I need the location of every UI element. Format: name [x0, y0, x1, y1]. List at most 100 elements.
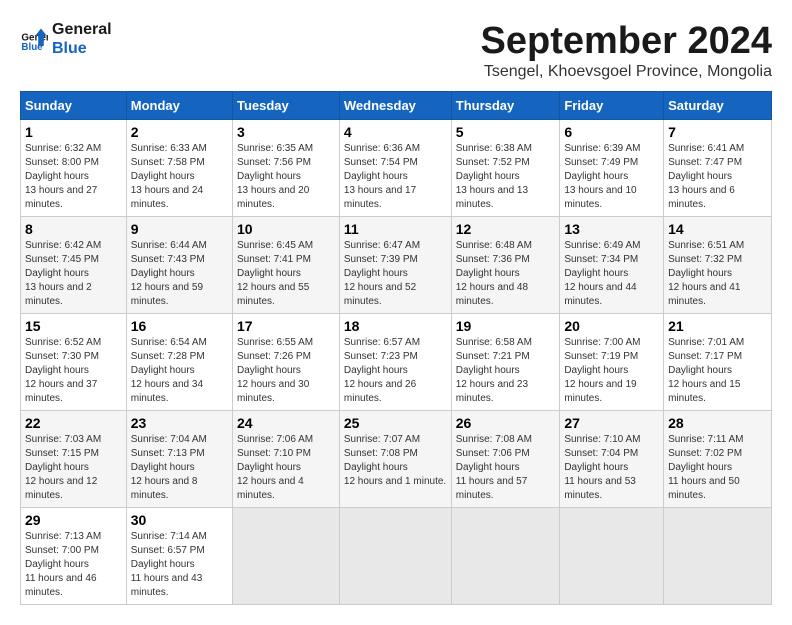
day-number: 28: [668, 415, 767, 431]
calendar-cell: 15 Sunrise: 6:52 AM Sunset: 7:30 PM Dayl…: [21, 314, 127, 411]
day-number: 9: [131, 221, 228, 237]
day-info: Sunrise: 6:58 AM Sunset: 7:21 PM Dayligh…: [456, 336, 556, 406]
col-header-tuesday: Tuesday: [232, 92, 339, 120]
col-header-thursday: Thursday: [451, 92, 560, 120]
day-info: Sunrise: 6:39 AM Sunset: 7:49 PM Dayligh…: [564, 142, 659, 212]
calendar-cell: 5 Sunrise: 6:38 AM Sunset: 7:52 PM Dayli…: [451, 120, 560, 217]
day-info: Sunrise: 7:07 AM Sunset: 7:08 PM Dayligh…: [344, 433, 447, 489]
calendar-cell: 11 Sunrise: 6:47 AM Sunset: 7:39 PM Dayl…: [339, 217, 451, 314]
calendar-week-row: 22 Sunrise: 7:03 AM Sunset: 7:15 PM Dayl…: [21, 411, 772, 508]
day-info: Sunrise: 6:49 AM Sunset: 7:34 PM Dayligh…: [564, 239, 659, 309]
logo: General Blue General Blue: [20, 20, 112, 58]
day-number: 8: [25, 221, 122, 237]
calendar-week-row: 29 Sunrise: 7:13 AM Sunset: 7:00 PM Dayl…: [21, 508, 772, 605]
day-number: 12: [456, 221, 556, 237]
day-info: Sunrise: 7:06 AM Sunset: 7:10 PM Dayligh…: [237, 433, 335, 503]
day-number: 19: [456, 318, 556, 334]
day-number: 15: [25, 318, 122, 334]
calendar-body: 1 Sunrise: 6:32 AM Sunset: 8:00 PM Dayli…: [21, 120, 772, 605]
day-info: Sunrise: 7:00 AM Sunset: 7:19 PM Dayligh…: [564, 336, 659, 406]
day-info: Sunrise: 7:13 AM Sunset: 7:00 PM Dayligh…: [25, 530, 122, 600]
col-header-wednesday: Wednesday: [339, 92, 451, 120]
day-info: Sunrise: 6:52 AM Sunset: 7:30 PM Dayligh…: [25, 336, 122, 406]
day-info: Sunrise: 6:48 AM Sunset: 7:36 PM Dayligh…: [456, 239, 556, 309]
calendar-cell: 7 Sunrise: 6:41 AM Sunset: 7:47 PM Dayli…: [664, 120, 772, 217]
calendar-header-row: SundayMondayTuesdayWednesdayThursdayFrid…: [21, 92, 772, 120]
day-number: 10: [237, 221, 335, 237]
col-header-friday: Friday: [560, 92, 664, 120]
calendar-cell: 27 Sunrise: 7:10 AM Sunset: 7:04 PM Dayl…: [560, 411, 664, 508]
calendar-cell: 13 Sunrise: 6:49 AM Sunset: 7:34 PM Dayl…: [560, 217, 664, 314]
day-info: Sunrise: 6:45 AM Sunset: 7:41 PM Dayligh…: [237, 239, 335, 309]
calendar-cell: 20 Sunrise: 7:00 AM Sunset: 7:19 PM Dayl…: [560, 314, 664, 411]
calendar-week-row: 15 Sunrise: 6:52 AM Sunset: 7:30 PM Dayl…: [21, 314, 772, 411]
calendar-cell: 10 Sunrise: 6:45 AM Sunset: 7:41 PM Dayl…: [232, 217, 339, 314]
header: General Blue General Blue September 2024…: [20, 20, 772, 81]
day-number: 7: [668, 124, 767, 140]
day-number: 1: [25, 124, 122, 140]
day-number: 23: [131, 415, 228, 431]
calendar-cell: 19 Sunrise: 6:58 AM Sunset: 7:21 PM Dayl…: [451, 314, 560, 411]
day-info: Sunrise: 6:35 AM Sunset: 7:56 PM Dayligh…: [237, 142, 335, 212]
day-info: Sunrise: 6:57 AM Sunset: 7:23 PM Dayligh…: [344, 336, 447, 406]
day-number: 22: [25, 415, 122, 431]
day-info: Sunrise: 7:10 AM Sunset: 7:04 PM Dayligh…: [564, 433, 659, 503]
day-number: 5: [456, 124, 556, 140]
calendar-cell: 21 Sunrise: 7:01 AM Sunset: 7:17 PM Dayl…: [664, 314, 772, 411]
day-number: 14: [668, 221, 767, 237]
calendar-cell: 23 Sunrise: 7:04 AM Sunset: 7:13 PM Dayl…: [126, 411, 232, 508]
calendar-cell: 26 Sunrise: 7:08 AM Sunset: 7:06 PM Dayl…: [451, 411, 560, 508]
title-section: September 2024 Tsengel, Khoevsgoel Provi…: [481, 20, 773, 81]
calendar-cell: 28 Sunrise: 7:11 AM Sunset: 7:02 PM Dayl…: [664, 411, 772, 508]
month-title: September 2024: [481, 20, 773, 63]
calendar-cell: 1 Sunrise: 6:32 AM Sunset: 8:00 PM Dayli…: [21, 120, 127, 217]
calendar-cell: 22 Sunrise: 7:03 AM Sunset: 7:15 PM Dayl…: [21, 411, 127, 508]
calendar-cell: 2 Sunrise: 6:33 AM Sunset: 7:58 PM Dayli…: [126, 120, 232, 217]
day-info: Sunrise: 7:08 AM Sunset: 7:06 PM Dayligh…: [456, 433, 556, 503]
day-info: Sunrise: 7:03 AM Sunset: 7:15 PM Dayligh…: [25, 433, 122, 503]
day-info: Sunrise: 7:14 AM Sunset: 6:57 PM Dayligh…: [131, 530, 228, 600]
day-info: Sunrise: 6:32 AM Sunset: 8:00 PM Dayligh…: [25, 142, 122, 212]
day-number: 18: [344, 318, 447, 334]
day-number: 17: [237, 318, 335, 334]
day-info: Sunrise: 6:44 AM Sunset: 7:43 PM Dayligh…: [131, 239, 228, 309]
calendar-cell: 30 Sunrise: 7:14 AM Sunset: 6:57 PM Dayl…: [126, 508, 232, 605]
day-info: Sunrise: 6:36 AM Sunset: 7:54 PM Dayligh…: [344, 142, 447, 212]
calendar-cell: [560, 508, 664, 605]
calendar-cell: 24 Sunrise: 7:06 AM Sunset: 7:10 PM Dayl…: [232, 411, 339, 508]
location-subtitle: Tsengel, Khoevsgoel Province, Mongolia: [481, 63, 773, 81]
calendar-cell: 17 Sunrise: 6:55 AM Sunset: 7:26 PM Dayl…: [232, 314, 339, 411]
col-header-monday: Monday: [126, 92, 232, 120]
day-number: 21: [668, 318, 767, 334]
calendar-cell: 9 Sunrise: 6:44 AM Sunset: 7:43 PM Dayli…: [126, 217, 232, 314]
calendar-week-row: 1 Sunrise: 6:32 AM Sunset: 8:00 PM Dayli…: [21, 120, 772, 217]
day-number: 20: [564, 318, 659, 334]
day-number: 3: [237, 124, 335, 140]
day-info: Sunrise: 6:54 AM Sunset: 7:28 PM Dayligh…: [131, 336, 228, 406]
day-number: 2: [131, 124, 228, 140]
calendar-cell: 16 Sunrise: 6:54 AM Sunset: 7:28 PM Dayl…: [126, 314, 232, 411]
calendar-cell: 14 Sunrise: 6:51 AM Sunset: 7:32 PM Dayl…: [664, 217, 772, 314]
calendar-cell: [451, 508, 560, 605]
day-number: 6: [564, 124, 659, 140]
day-number: 25: [344, 415, 447, 431]
logo-blue: Blue: [52, 39, 112, 58]
day-number: 26: [456, 415, 556, 431]
calendar-cell: 18 Sunrise: 6:57 AM Sunset: 7:23 PM Dayl…: [339, 314, 451, 411]
calendar-cell: 3 Sunrise: 6:35 AM Sunset: 7:56 PM Dayli…: [232, 120, 339, 217]
calendar-cell: 6 Sunrise: 6:39 AM Sunset: 7:49 PM Dayli…: [560, 120, 664, 217]
day-number: 4: [344, 124, 447, 140]
calendar-cell: 29 Sunrise: 7:13 AM Sunset: 7:00 PM Dayl…: [21, 508, 127, 605]
day-number: 11: [344, 221, 447, 237]
day-info: Sunrise: 6:41 AM Sunset: 7:47 PM Dayligh…: [668, 142, 767, 212]
calendar-cell: 4 Sunrise: 6:36 AM Sunset: 7:54 PM Dayli…: [339, 120, 451, 217]
calendar-cell: 8 Sunrise: 6:42 AM Sunset: 7:45 PM Dayli…: [21, 217, 127, 314]
logo-general: General: [52, 20, 112, 39]
day-info: Sunrise: 6:55 AM Sunset: 7:26 PM Dayligh…: [237, 336, 335, 406]
day-info: Sunrise: 7:04 AM Sunset: 7:13 PM Dayligh…: [131, 433, 228, 503]
calendar-cell: [232, 508, 339, 605]
calendar-cell: 25 Sunrise: 7:07 AM Sunset: 7:08 PM Dayl…: [339, 411, 451, 508]
day-number: 30: [131, 512, 228, 528]
day-info: Sunrise: 6:33 AM Sunset: 7:58 PM Dayligh…: [131, 142, 228, 212]
day-info: Sunrise: 6:42 AM Sunset: 7:45 PM Dayligh…: [25, 239, 122, 309]
